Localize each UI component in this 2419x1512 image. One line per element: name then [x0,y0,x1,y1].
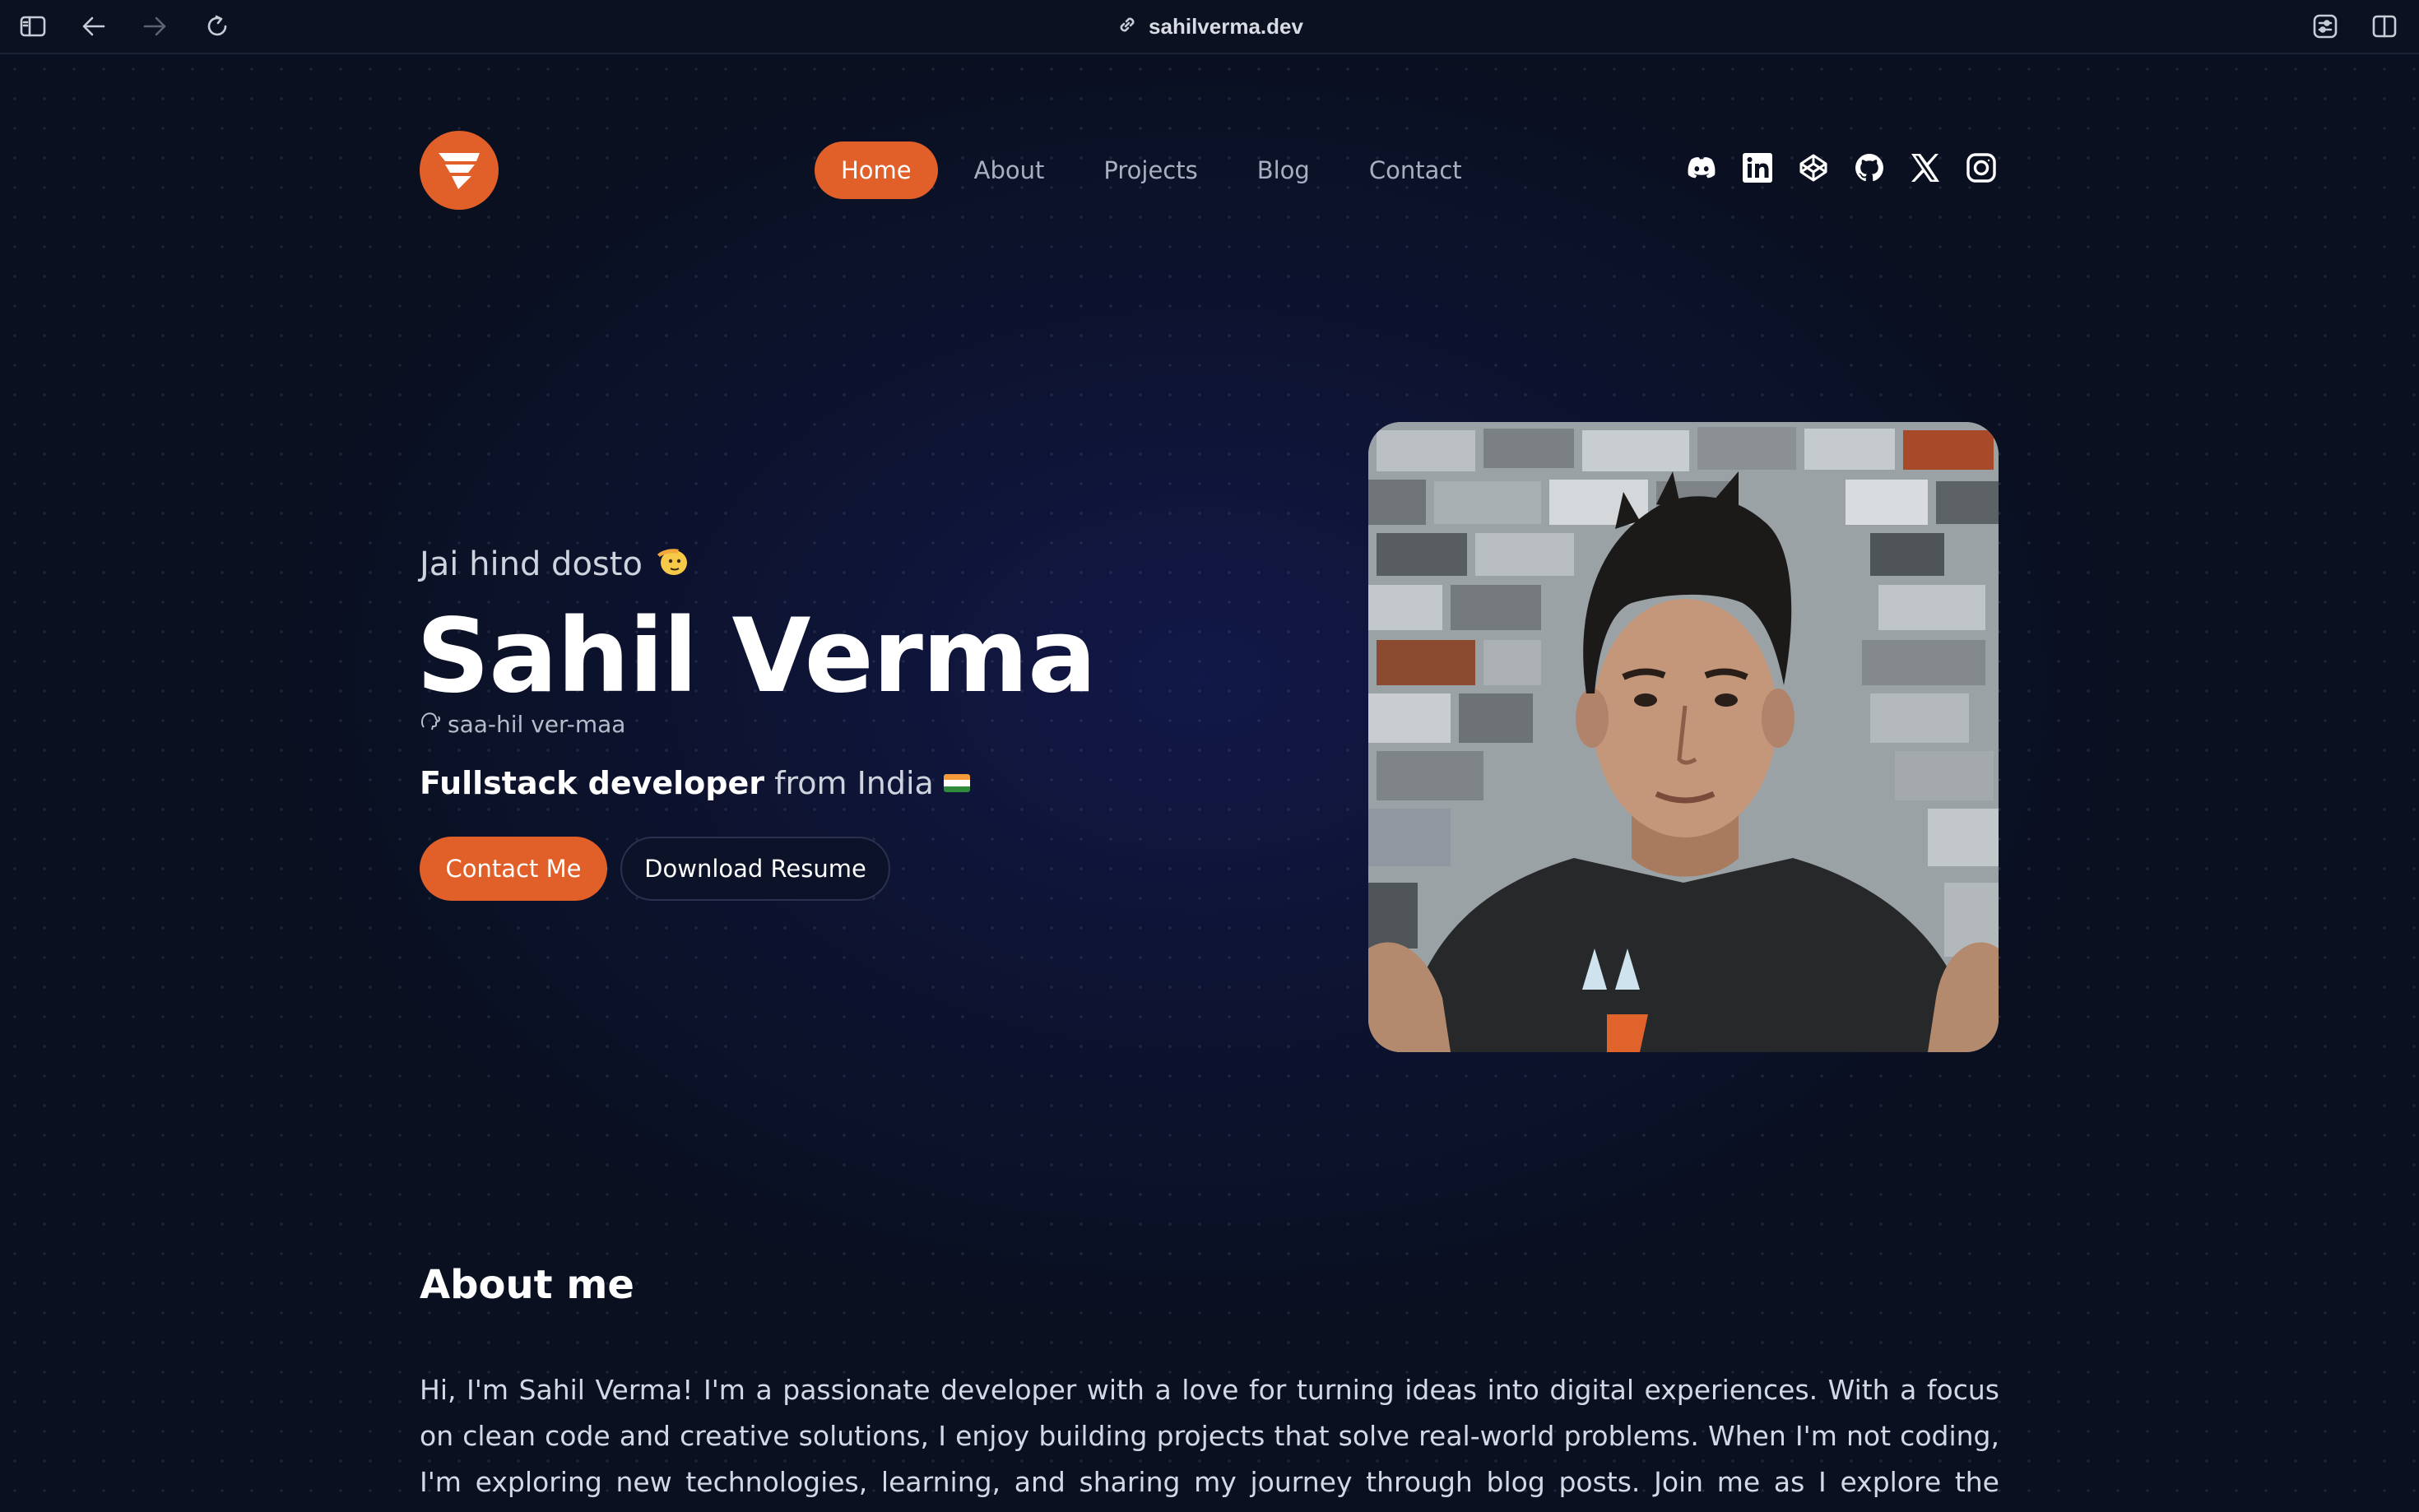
codepen-icon[interactable] [1799,153,1828,183]
profile-photo [1368,422,1999,1052]
about-paragraph: Hi, I'm Sahil Verma! I'm a passionate de… [420,1374,1999,1498]
nav-projects[interactable]: Projects [1077,141,1223,199]
nav-home[interactable]: Home [815,141,938,199]
split-view-icon[interactable] [2370,12,2399,41]
web-page: Home About Projects Blog Contact Jai hin… [0,54,2419,1512]
nav-contact[interactable]: Contact [1343,141,1488,199]
download-resume-button[interactable]: Download Resume [620,837,890,901]
role-location: from India [774,765,934,801]
contact-me-button[interactable]: Contact Me [420,837,607,901]
browser-toolbar: sahilverma.dev [0,0,2419,54]
discord-icon[interactable] [1687,153,1716,183]
pronunciation-text: saa-hil ver-maa [448,711,626,738]
greeting: Jai hind dosto [420,543,689,586]
about-heading: About me [420,1262,634,1308]
link-icon [1116,13,1139,39]
role-title: Fullstack developer [420,765,764,801]
social-links [1687,153,1996,183]
speaking-head-icon [420,711,441,738]
linkedin-icon[interactable] [1743,153,1772,183]
india-flag-icon [943,774,970,792]
url-text: sahilverma.dev [1149,13,1303,39]
instagram-icon[interactable] [1966,153,1996,183]
pronunciation: saa-hil ver-maa [420,711,625,738]
nav-about[interactable]: About [948,141,1071,199]
hero-name: Sahil Verma [416,597,1097,716]
role-line: Fullstack developer from India [420,765,970,801]
site-logo[interactable] [420,131,499,210]
extension-icon[interactable] [2310,12,2340,41]
github-icon[interactable] [1855,153,1884,183]
x-icon[interactable] [1911,153,1940,183]
salute-emoji-icon [654,543,689,586]
address-bar[interactable]: sahilverma.dev [0,12,2419,41]
nav-blog[interactable]: Blog [1231,141,1336,199]
main-nav: Home About Projects Blog Contact [815,141,1488,199]
greeting-text: Jai hind dosto [420,545,643,583]
